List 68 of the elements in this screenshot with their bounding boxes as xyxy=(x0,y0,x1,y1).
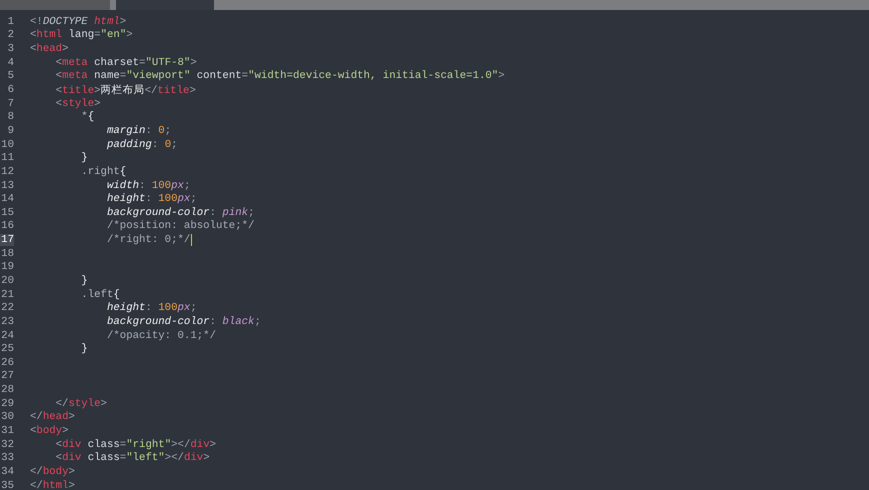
line-number: 31 xyxy=(0,425,14,438)
line-number: 22 xyxy=(0,302,14,314)
line-number: 18 xyxy=(0,248,14,260)
code-line: <html lang="en"> xyxy=(30,29,133,42)
line-number: 3 xyxy=(6,43,14,56)
line-number: 21 xyxy=(0,288,14,301)
code-line: /*position: absolute;*/ xyxy=(106,220,254,232)
line-number: 7 xyxy=(6,98,14,110)
line-number: 23 xyxy=(0,316,14,328)
editor-tab[interactable] xyxy=(116,0,214,10)
code-line: } xyxy=(81,152,88,164)
line-number: 33 xyxy=(0,452,14,464)
code-line: <body> xyxy=(30,425,68,438)
line-number: 2 xyxy=(6,29,14,42)
line-number: 29 xyxy=(0,398,14,410)
line-number: 5 xyxy=(6,70,14,82)
text-cursor xyxy=(191,234,192,246)
line-number: 28 xyxy=(0,384,14,396)
line-number: 1 xyxy=(6,16,14,28)
line-number: 30 xyxy=(0,411,14,424)
line-number: 8 xyxy=(6,111,14,124)
line-number: 32 xyxy=(0,438,14,451)
code-line: /*opacity: 0.1;*/ xyxy=(106,330,216,342)
editor-tab[interactable] xyxy=(0,0,110,10)
code-line: <!DOCTYPE html> xyxy=(30,16,126,28)
code-line: margin: 0; xyxy=(106,124,172,137)
line-number: 27 xyxy=(0,370,14,382)
code-line: /*right: 0;*/ xyxy=(106,234,190,246)
code-line: height: 100px; xyxy=(106,302,197,314)
code-line: <meta name="viewport" content="width=device-width, initial-scale=1.0"> xyxy=(56,70,505,82)
code-line: </body> xyxy=(30,466,75,478)
line-number: 9 xyxy=(6,124,14,137)
code-line: .left{ xyxy=(81,288,120,301)
code-line: width: 100px; xyxy=(106,180,190,192)
code-line: </html> xyxy=(30,480,75,490)
line-number: 11 xyxy=(0,152,14,164)
line-number: 14 xyxy=(0,193,14,206)
line-number: 15 xyxy=(0,206,14,219)
line-number: 25 xyxy=(0,343,14,356)
code-line: <head> xyxy=(30,43,68,56)
code-line: <meta charset="UTF-8"> xyxy=(56,56,197,69)
code-line: } xyxy=(81,274,88,287)
code-line: height: 100px; xyxy=(106,193,197,206)
code-line: *{ xyxy=(81,111,94,124)
code-line: <style> xyxy=(56,98,101,110)
line-number: 16 xyxy=(0,220,14,232)
line-number: 24 xyxy=(0,330,14,342)
line-number: 34 xyxy=(0,466,14,478)
line-number: 26 xyxy=(0,356,14,369)
line-number: 17 xyxy=(0,234,14,246)
code-line: </style> xyxy=(56,398,107,410)
code-line: padding: 0; xyxy=(106,138,178,151)
code-line: background-color: pink; xyxy=(106,206,254,219)
line-number: 35 xyxy=(0,480,14,490)
code-line: <title>两栏布局</title> xyxy=(56,84,196,98)
line-number: 4 xyxy=(6,56,14,69)
line-number: 12 xyxy=(0,166,14,178)
line-number: 13 xyxy=(0,180,14,192)
code-line: } xyxy=(81,343,88,356)
code-line: background-color: black; xyxy=(106,316,261,328)
code-line: </head> xyxy=(30,411,75,424)
line-number: 6 xyxy=(6,84,14,96)
line-number: 20 xyxy=(0,274,14,287)
line-number: 19 xyxy=(0,261,14,274)
code-line: <div class="left"></div> xyxy=(56,452,210,464)
line-number: 10 xyxy=(0,138,14,151)
code-line: .right{ xyxy=(81,166,126,178)
code-line: <div class="right"></div> xyxy=(56,438,216,451)
